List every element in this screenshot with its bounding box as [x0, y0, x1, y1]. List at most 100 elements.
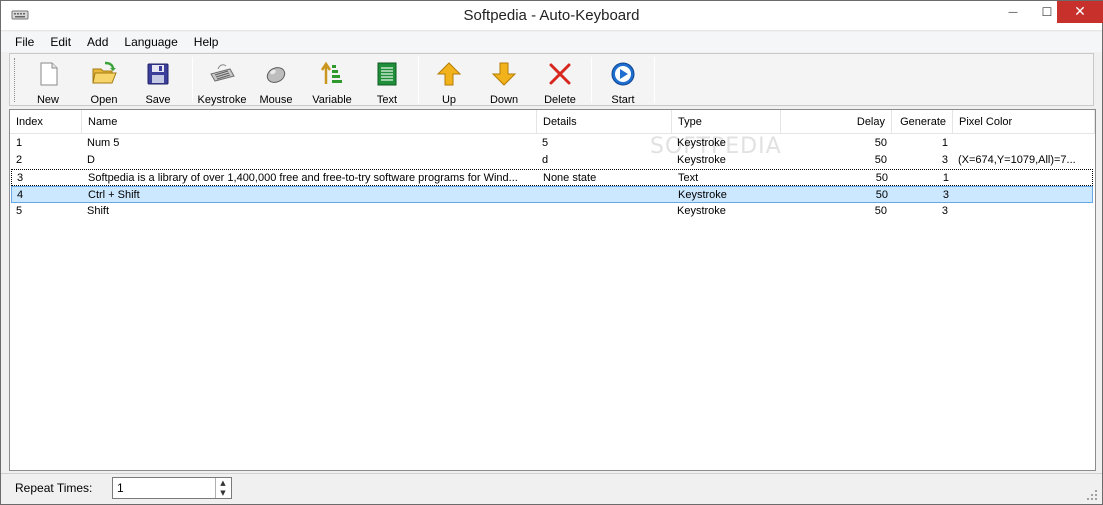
mouse-label: Mouse	[259, 94, 293, 106]
cell-delay: 50	[875, 189, 888, 201]
open-button[interactable]: Open	[76, 57, 132, 106]
cell-generate: 3	[942, 189, 949, 201]
open-label: Open	[90, 94, 118, 106]
menu-bar: File Edit Add Language Help	[1, 32, 1102, 52]
column-header-generate[interactable]: Generate	[892, 110, 953, 134]
toolbar: New Open Save Keystroke Mouse Variable T…	[9, 53, 1094, 106]
action-list[interactable]: Index Name Details Type Delay Generate P…	[9, 109, 1096, 471]
start-button[interactable]: Start	[595, 57, 651, 106]
cell-type: Keystroke	[677, 154, 726, 166]
cell-index: 5	[16, 205, 23, 217]
close-button[interactable]: ✕	[1057, 1, 1103, 23]
down-label: Down	[489, 94, 519, 106]
cell-index: 4	[17, 189, 24, 201]
title-bar[interactable]: Softpedia - Auto-Keyboard — ☐ ✕	[1, 1, 1103, 31]
delete-label: Delete	[544, 94, 576, 106]
toolbar-separator	[591, 57, 592, 103]
variable-label: Variable	[312, 94, 352, 106]
new-document-icon	[40, 62, 58, 86]
save-floppy-icon	[147, 63, 169, 85]
menu-edit[interactable]: Edit	[42, 32, 79, 52]
cell-details: 5	[542, 137, 549, 149]
menu-add[interactable]: Add	[79, 32, 116, 52]
cell-delay: 50	[874, 137, 887, 149]
cell-name: Ctrl + Shift	[88, 189, 140, 201]
status-bar: Repeat Times: ▲ ▼	[1, 473, 1102, 504]
cell-type: Text	[678, 172, 699, 184]
cell-name: Softpedia is a library of over 1,400,000…	[88, 172, 518, 184]
delete-button[interactable]: Delete	[532, 57, 588, 106]
column-header-details[interactable]: Details	[537, 110, 672, 134]
menu-language[interactable]: Language	[116, 32, 185, 52]
column-header-name[interactable]: Name	[82, 110, 537, 134]
column-header-delay[interactable]: Delay	[781, 110, 892, 134]
table-row[interactable]: 1 Num 5 5 Keystroke 50 1	[11, 135, 1093, 152]
toolbar-separator	[654, 57, 655, 103]
mouse-button[interactable]: Mouse	[248, 57, 304, 106]
repeat-times-spinner[interactable]: ▲ ▼	[215, 478, 230, 498]
text-button[interactable]: Text	[359, 57, 415, 106]
arrow-up-icon	[436, 62, 462, 86]
table-row[interactable]: 2 D d Keystroke 50 3 (X=674,Y=1079,All)=…	[11, 152, 1093, 169]
repeat-times-input[interactable]	[112, 477, 232, 499]
cell-type: Keystroke	[677, 137, 726, 149]
cell-type: Keystroke	[678, 189, 727, 201]
cell-type: Keystroke	[677, 205, 726, 217]
menu-file[interactable]: File	[7, 32, 42, 52]
column-header-type[interactable]: Type	[672, 110, 781, 134]
new-label: New	[36, 94, 59, 106]
up-button[interactable]: Up	[421, 57, 477, 106]
new-button[interactable]: New	[20, 57, 76, 106]
cell-details: None state	[543, 172, 597, 184]
toolbar-separator	[192, 57, 193, 103]
cell-delay: 50	[875, 172, 888, 184]
cell-name: D	[87, 154, 95, 166]
toolbar-separator	[418, 57, 419, 103]
arrow-down-icon	[491, 62, 517, 86]
variable-button[interactable]: Variable	[304, 57, 360, 106]
column-header-index[interactable]: Index	[10, 110, 82, 134]
cell-generate: 3	[941, 154, 948, 166]
play-icon	[611, 62, 635, 86]
cell-name: Num 5	[87, 137, 120, 149]
variable-icon	[320, 61, 342, 84]
save-label: Save	[145, 94, 171, 106]
cell-pixel-color	[954, 187, 1094, 204]
cell-index: 1	[16, 137, 23, 149]
cell-pixel-color	[953, 203, 1093, 220]
start-label: Start	[611, 94, 635, 106]
cell-generate: 1	[941, 137, 948, 149]
keystroke-button[interactable]: Keystroke	[194, 57, 250, 106]
minimize-icon: —	[1008, 6, 1018, 18]
table-row[interactable]: 3 Softpedia is a library of over 1,400,0…	[11, 169, 1093, 186]
app-window: Softpedia - Auto-Keyboard — ☐ ✕ File Edi…	[0, 0, 1103, 505]
maximize-icon: ☐	[1041, 5, 1053, 19]
cell-details: d	[542, 154, 549, 166]
mouse-icon	[266, 67, 286, 83]
toolbar-grip[interactable]	[14, 58, 17, 102]
spin-down-icon[interactable]: ▼	[216, 488, 230, 498]
menu-help[interactable]: Help	[186, 32, 227, 52]
list-header: Index Name Details Type Delay Generate P…	[10, 110, 1095, 134]
text-label: Text	[376, 94, 398, 106]
close-icon: ✕	[1074, 4, 1086, 20]
text-icon	[377, 62, 397, 86]
cell-name: Shift	[87, 205, 110, 217]
cell-details	[537, 203, 672, 220]
cell-pixel-color	[953, 135, 1093, 152]
table-row-selected[interactable]: 4 Ctrl + Shift Keystroke 50 3	[11, 186, 1093, 203]
cell-index: 2	[16, 154, 23, 166]
keyboard-icon	[210, 64, 235, 82]
cell-pixel-color	[954, 170, 1094, 187]
minimize-button[interactable]: —	[997, 1, 1029, 23]
cell-details	[538, 187, 673, 204]
cell-pixel-color: (X=674,Y=1079,All)=7...	[958, 154, 1076, 166]
save-button[interactable]: Save	[130, 57, 186, 106]
resize-grip-icon[interactable]	[1086, 489, 1098, 501]
column-header-pixel-color[interactable]: Pixel Color	[953, 110, 1095, 134]
table-row[interactable]: 5 Shift Keystroke 50 3	[11, 203, 1093, 220]
cell-generate: 3	[941, 205, 948, 217]
keystroke-label: Keystroke	[197, 94, 247, 106]
down-button[interactable]: Down	[476, 57, 532, 106]
spin-up-icon[interactable]: ▲	[216, 478, 230, 488]
